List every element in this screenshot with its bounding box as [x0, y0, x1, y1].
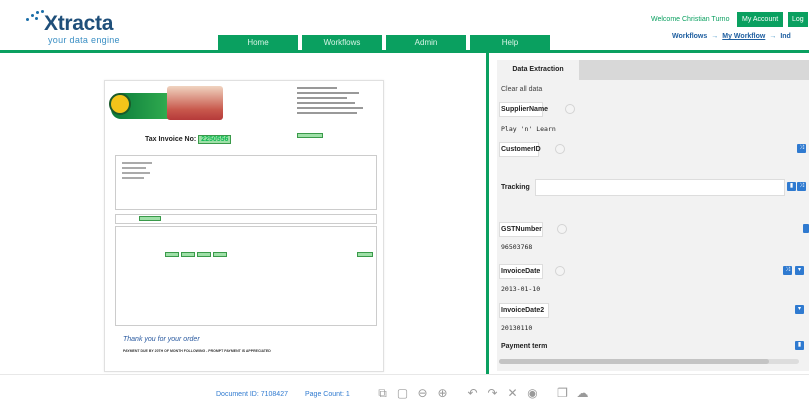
line-item-highlight[interactable]	[181, 252, 195, 257]
edit-icon[interactable]	[803, 224, 809, 233]
extraction-panel: Clear all data SupplierName Play 'n' Lea…	[497, 80, 809, 371]
invoice-supplier-address	[297, 87, 367, 117]
undo-icon[interactable]: ↶	[466, 387, 479, 400]
zoom-out-icon[interactable]: ⊖	[416, 387, 429, 400]
arrow-right-icon: →	[769, 33, 777, 40]
arrow-right-icon: →	[711, 33, 719, 40]
clear-all-data-link[interactable]: Clear all data	[501, 86, 542, 93]
breadcrumb-index[interactable]: Ind	[780, 33, 791, 40]
field-label: Payment term	[501, 343, 548, 350]
breadcrumb-workflows[interactable]: Workflows	[672, 33, 707, 40]
field-invoice-date: InvoiceDate ⤨ ▾ 2013-01-10	[497, 262, 809, 300]
view-icon[interactable]: ◉	[526, 387, 539, 400]
field-gst-number: GSTNumber 96503768	[497, 220, 809, 258]
filter-icon[interactable]: ▾	[795, 305, 804, 314]
field-supplier-name: SupplierName Play 'n' Learn	[497, 99, 809, 139]
invoice-thanks: Thank you for your order	[123, 336, 200, 343]
main-nav: Home Workflows Admin Help	[218, 35, 550, 50]
document-viewer[interactable]: Tax Invoice No: 2250556 Thank you for yo…	[0, 53, 489, 374]
field-label: GSTNumber	[501, 226, 542, 233]
delete-icon[interactable]: ✕	[506, 387, 519, 400]
logo-tagline: your data engine	[48, 35, 120, 45]
info-icon[interactable]	[555, 144, 565, 154]
copy-icon[interactable]: ❐	[556, 387, 569, 400]
my-account-button[interactable]: My Account	[737, 12, 784, 27]
info-icon[interactable]	[565, 104, 575, 114]
field-value[interactable]: Play 'n' Learn	[501, 125, 556, 133]
app-window: Xtracta your data engine Home Workflows …	[0, 0, 809, 407]
tracking-input[interactable]	[535, 179, 785, 196]
field-label: InvoiceDate2	[501, 307, 545, 314]
shuffle-icon[interactable]: ⤨	[797, 144, 806, 153]
page-count: Page Count: 1	[305, 391, 350, 398]
redo-icon[interactable]: ↷	[486, 387, 499, 400]
zoom-in-icon[interactable]: ⊕	[436, 387, 449, 400]
tab-data-extraction[interactable]: Data Extraction	[497, 60, 579, 80]
invoice-seal-logo	[109, 93, 131, 115]
filter-icon[interactable]: ▾	[795, 266, 804, 275]
field-value[interactable]: 96503768	[501, 243, 532, 251]
invoice-line-items	[115, 226, 377, 326]
logout-button[interactable]: Log	[788, 12, 808, 27]
info-icon[interactable]	[555, 266, 565, 276]
line-item-highlight[interactable]	[165, 252, 179, 257]
field-customer-id: CustomerID ⤨	[497, 140, 809, 166]
chart-icon[interactable]: ▮	[787, 182, 796, 191]
document-id: Document ID: 7108427	[216, 391, 288, 398]
field-label: Tracking	[501, 184, 530, 191]
extraction-pane: Data Extraction Clear all data SupplierN…	[492, 53, 809, 374]
welcome-text: Welcome Christian Turno	[651, 16, 730, 23]
chart-icon[interactable]: ▮	[795, 341, 804, 350]
extraction-tabbar: Data Extraction	[497, 60, 809, 80]
field-invoice-date-2: InvoiceDate2 ▾ 20130110	[497, 301, 809, 339]
field-tracking: Tracking ▮ ⤨	[497, 176, 809, 202]
line-item-highlight[interactable]	[213, 252, 227, 257]
invoice-title: Tax Invoice No: 2250556	[145, 135, 232, 144]
upload-icon[interactable]: ☁	[576, 387, 589, 400]
invoice-number-highlight[interactable]: 2250556	[198, 135, 232, 144]
scrollbar-thumb[interactable]	[499, 359, 769, 364]
main-area: Tax Invoice No: 2250556 Thank you for yo…	[0, 50, 809, 374]
field-label: CustomerID	[501, 146, 541, 153]
invoice-gst-highlight[interactable]	[297, 133, 323, 139]
field-payment-term: Payment term ▮	[497, 338, 809, 358]
field-value[interactable]: 20130110	[501, 324, 532, 332]
invoice-footer: PAYMENT DUE BY 20TH OF MONTH FOLLOWING -…	[123, 349, 271, 353]
invoice-address-box	[115, 155, 377, 210]
horizontal-scrollbar[interactable]	[499, 359, 799, 364]
fit-page-icon[interactable]: ⧉	[376, 387, 389, 400]
shuffle-icon[interactable]: ⤨	[783, 266, 792, 275]
page-icon[interactable]: ▢	[396, 387, 409, 400]
logo-text: Xtracta	[44, 12, 114, 35]
field-label: SupplierName	[501, 106, 549, 113]
nav-tab-admin[interactable]: Admin	[386, 35, 466, 50]
field-value[interactable]: 2013-01-10	[501, 285, 540, 293]
invoice-date-highlight[interactable]	[139, 216, 161, 221]
info-icon[interactable]	[557, 224, 567, 234]
invoice-image[interactable]: Tax Invoice No: 2250556 Thank you for yo…	[104, 80, 384, 372]
nav-tab-home[interactable]: Home	[218, 35, 298, 50]
nav-tab-help[interactable]: Help	[470, 35, 550, 50]
header: Xtracta your data engine Home Workflows …	[0, 0, 809, 50]
invoice-photo	[167, 86, 223, 120]
field-label: InvoiceDate	[501, 268, 541, 275]
breadcrumb-my-workflow[interactable]: My Workflow	[722, 33, 765, 40]
breadcrumb: Workflows → My Workflow → Ind	[672, 33, 791, 40]
line-total-highlight[interactable]	[357, 252, 373, 257]
line-item-highlight[interactable]	[197, 252, 211, 257]
nav-tab-workflows[interactable]: Workflows	[302, 35, 382, 50]
shuffle-icon[interactable]: ⤨	[797, 182, 806, 191]
viewer-toolbar: Document ID: 7108427 Page Count: 1 ⧉ ▢ ⊖…	[0, 374, 809, 407]
